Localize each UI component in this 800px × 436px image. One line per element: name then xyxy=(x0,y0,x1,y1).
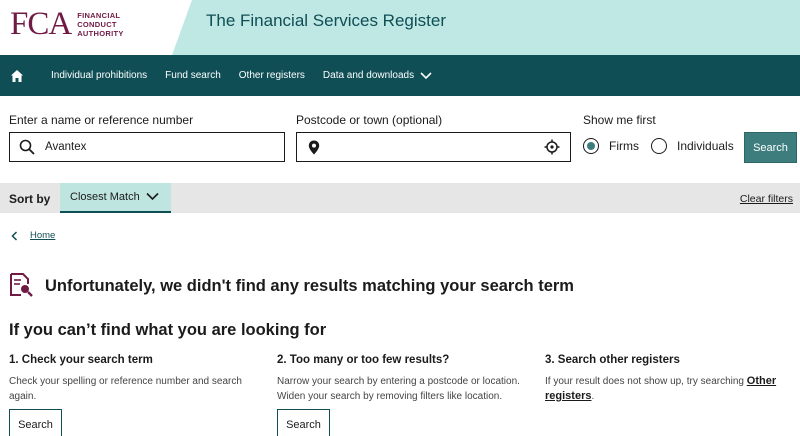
location-pin-icon xyxy=(308,140,320,154)
chevron-down-icon xyxy=(420,71,432,79)
nav-fund-search[interactable]: Fund search xyxy=(165,70,221,81)
help-column-text: If your result does not show up, try sea… xyxy=(545,375,777,402)
nav-individual-prohibitions[interactable]: Individual prohibitions xyxy=(51,70,147,81)
sort-selected-value: Closest Match xyxy=(70,191,140,203)
breadcrumb: Home xyxy=(11,230,55,241)
radio-firms-label: Firms xyxy=(609,139,639,153)
radio-selected-dot xyxy=(587,142,595,150)
site-header: FCA FINANCIAL CONDUCT AUTHORITY The Fina… xyxy=(0,0,800,55)
help-column-other-registers: 3. Search other registers If your result… xyxy=(545,354,800,404)
sort-bar: Sort by Closest Match Clear filters xyxy=(0,183,800,213)
search-button[interactable]: Search xyxy=(744,132,797,163)
radio-individuals-label: Individuals xyxy=(677,139,734,153)
help-column-text: Narrow your search by entering a postcod… xyxy=(277,376,520,402)
name-search-input[interactable] xyxy=(45,133,284,161)
no-results-document-icon xyxy=(9,273,33,302)
postcode-input[interactable] xyxy=(328,133,544,161)
sort-select[interactable]: Closest Match xyxy=(60,183,171,213)
fca-logo[interactable]: FCA FINANCIAL CONDUCT AUTHORITY xyxy=(10,5,124,42)
logo-text: FINANCIAL CONDUCT AUTHORITY xyxy=(77,10,124,38)
name-search-field[interactable] xyxy=(9,132,285,162)
refine-search-button[interactable]: Search xyxy=(277,409,330,436)
site-title[interactable]: The Financial Services Register xyxy=(206,11,446,31)
help-column-heading: 1. Check your search term xyxy=(9,354,153,366)
logo-mark: FCA xyxy=(10,5,72,42)
help-column-heading: 3. Search other registers xyxy=(545,354,680,366)
help-column-too-many-results: 2. Too many or too few results? Narrow y… xyxy=(277,354,532,404)
home-icon[interactable] xyxy=(1,55,33,96)
search-again-button[interactable]: Search xyxy=(9,409,62,436)
search-icon xyxy=(19,139,35,155)
radio-individuals[interactable]: Individuals xyxy=(651,138,734,154)
help-column-check-search: 1. Check your search term Check your spe… xyxy=(9,354,264,404)
help-column-heading: 2. Too many or too few results? xyxy=(277,354,450,366)
breadcrumb-home-link[interactable]: Home xyxy=(30,230,55,241)
postcode-field[interactable] xyxy=(296,132,571,162)
help-heading: If you can’t find what you are looking f… xyxy=(9,321,327,339)
postcode-label: Postcode or town (optional) xyxy=(296,113,443,127)
name-label: Enter a name or reference number xyxy=(9,113,194,127)
show-me-first-label: Show me first xyxy=(583,113,656,127)
nav-data-and-downloads[interactable]: Data and downloads xyxy=(323,70,432,81)
radio-firms[interactable]: Firms xyxy=(583,138,639,154)
main-nav: Individual prohibitions Fund search Othe… xyxy=(0,55,800,96)
sort-by-label: Sort by xyxy=(9,192,51,206)
chevron-left-icon xyxy=(11,230,18,241)
clear-filters-link[interactable]: Clear filters xyxy=(740,193,793,205)
chevron-down-icon xyxy=(146,192,159,201)
help-column-text: Check your spelling or reference number … xyxy=(9,376,242,402)
locate-me-icon[interactable] xyxy=(544,139,560,155)
radio-button[interactable] xyxy=(583,138,599,154)
radio-button[interactable] xyxy=(651,138,667,154)
no-results-heading: Unfortunately, we didn't find any result… xyxy=(45,277,574,295)
nav-other-registers[interactable]: Other registers xyxy=(239,70,305,81)
